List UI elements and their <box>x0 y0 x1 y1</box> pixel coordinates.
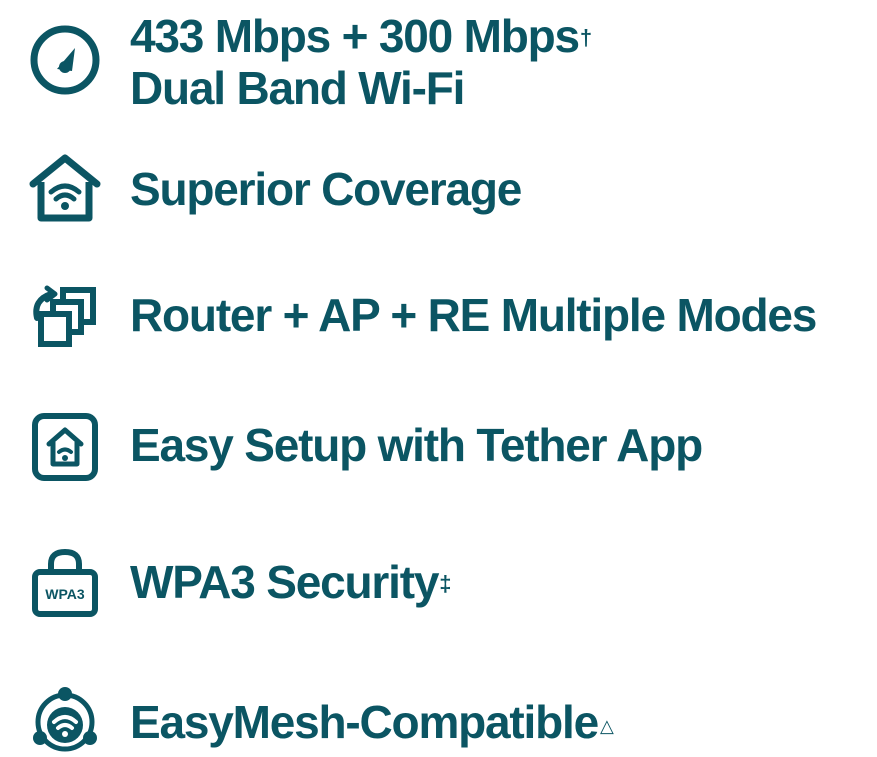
home-wifi-icon <box>27 150 103 226</box>
wpa3-icon-label: WPA3 <box>45 586 85 602</box>
wpa3-lock-icon: WPA3 <box>27 546 103 622</box>
feature-text: Router + AP + RE Multiple Modes <box>130 289 817 341</box>
feature-title: WPA3 Security <box>130 556 439 608</box>
easymesh-icon <box>27 680 103 756</box>
footnote-mark: △ <box>600 716 614 736</box>
speedometer-icon <box>27 22 103 98</box>
feature-text: WPA3 Security‡ <box>130 556 451 608</box>
footnote-mark: † <box>579 25 593 50</box>
feature-title: EasyMesh-Compatible <box>130 696 599 748</box>
feature-text: EasyMesh-Compatible △ <box>130 696 614 748</box>
tether-app-icon <box>27 408 103 484</box>
feature-text: 433 Mbps + 300 Mbps† Dual Band Wi-Fi <box>130 10 592 114</box>
feature-title: Superior Coverage <box>130 163 522 215</box>
feature-text: Superior Coverage <box>130 163 522 215</box>
feature-title: 433 Mbps + 300 Mbps <box>130 10 580 62</box>
multi-mode-icon <box>27 278 103 354</box>
feature-text: Easy Setup with Tether App <box>130 419 703 471</box>
feature-subtitle: Dual Band Wi-Fi <box>130 62 465 114</box>
feature-title: Easy Setup with Tether App <box>130 419 703 471</box>
footnote-mark: ‡ <box>439 571 452 596</box>
feature-title: Router + AP + RE Multiple Modes <box>130 289 817 341</box>
